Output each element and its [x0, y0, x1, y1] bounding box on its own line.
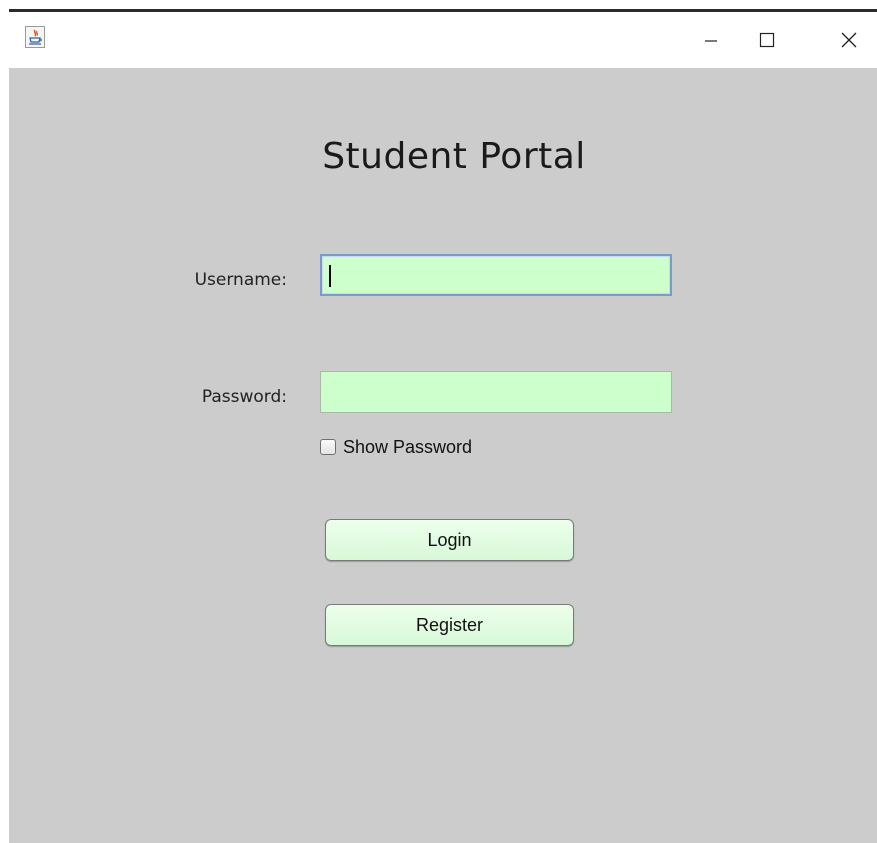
minimize-button[interactable] [683, 12, 739, 68]
login-button[interactable]: Login [325, 519, 574, 561]
maximize-button[interactable] [739, 12, 795, 68]
text-caret [329, 265, 331, 287]
close-icon [841, 32, 857, 48]
show-password-checkbox[interactable] [320, 439, 336, 455]
app-window: Student Portal Username: Password: Show … [9, 9, 877, 843]
register-button[interactable]: Register [325, 604, 574, 646]
username-label: Username: [194, 270, 287, 290]
minimize-icon [705, 40, 717, 42]
show-password-label: Show Password [343, 436, 473, 457]
login-panel: Student Portal Username: Password: Show … [9, 68, 877, 843]
page-title: Student Portal [322, 136, 586, 177]
password-field[interactable] [320, 371, 672, 413]
java-icon[interactable] [25, 26, 45, 48]
close-button[interactable] [821, 12, 877, 68]
show-password-toggle[interactable]: Show Password [320, 435, 472, 459]
title-bar[interactable] [9, 12, 877, 68]
password-label: Password: [201, 387, 287, 407]
username-field[interactable] [320, 254, 672, 296]
maximize-icon [759, 32, 775, 48]
